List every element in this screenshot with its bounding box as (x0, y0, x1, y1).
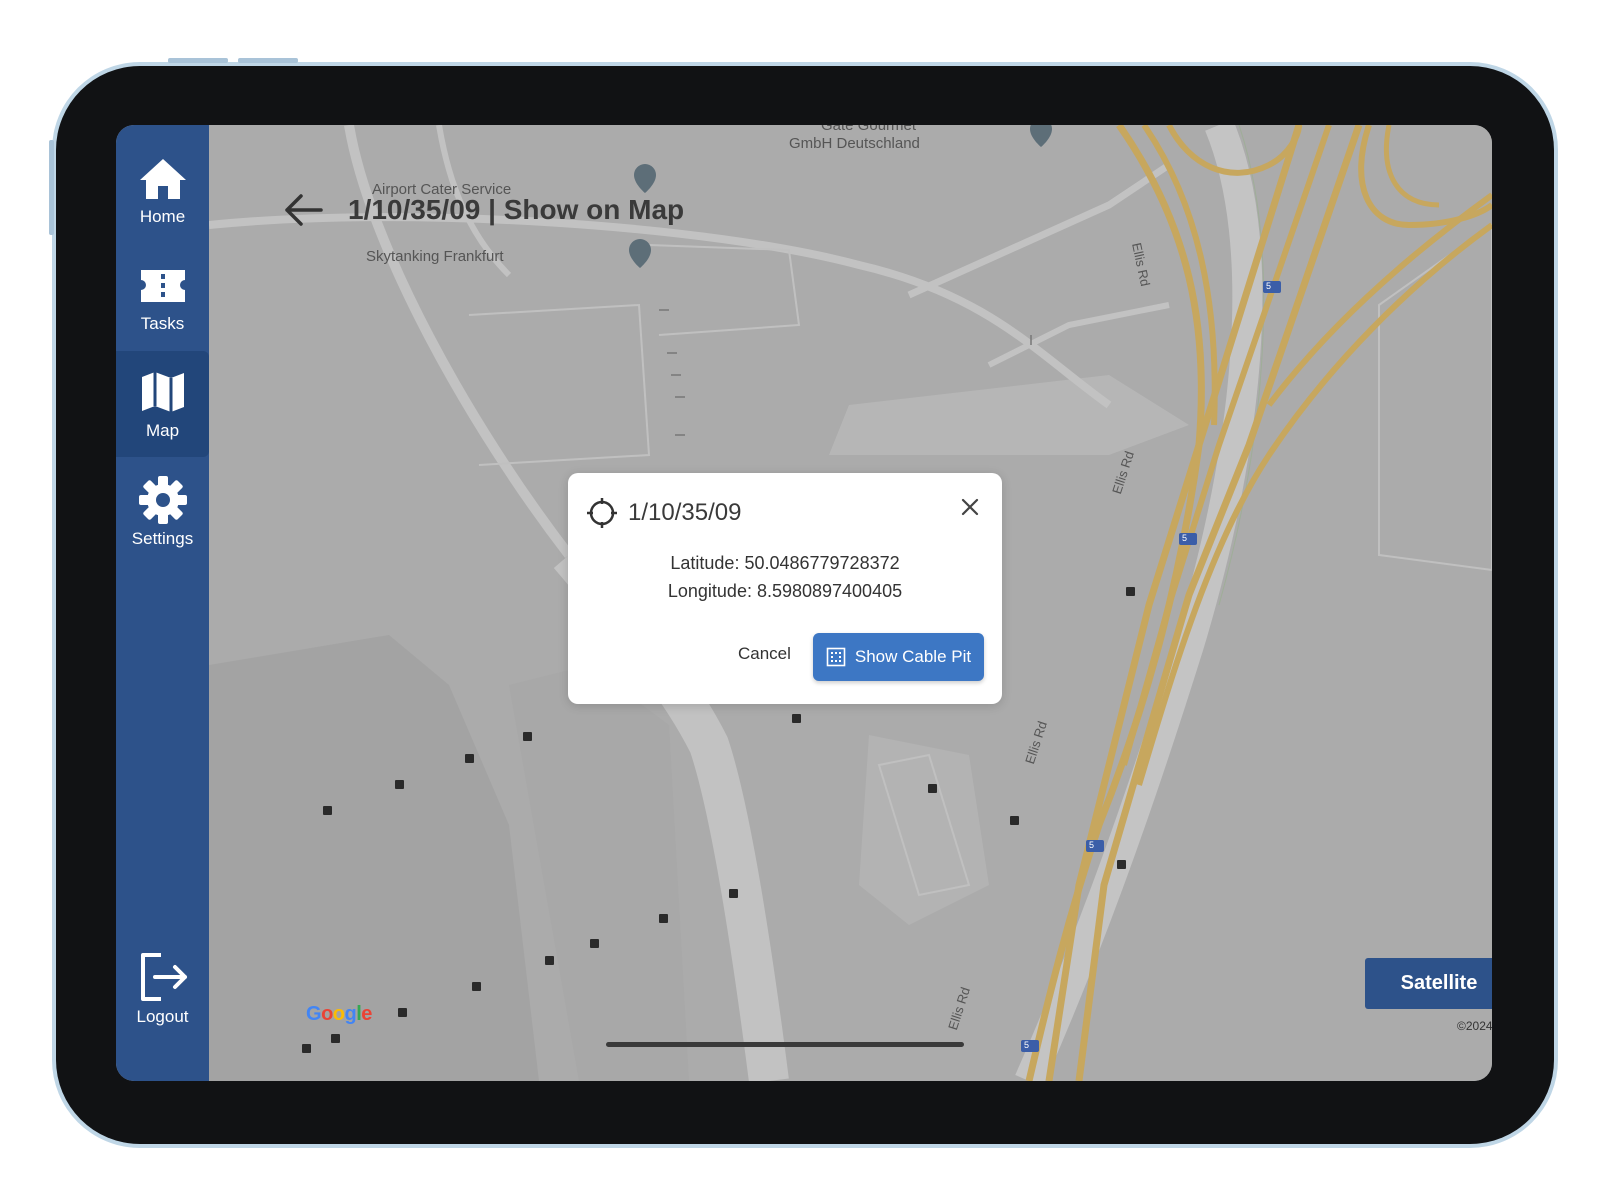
page-header: 1/10/35/09 | Show on Map (278, 185, 684, 235)
volume-button (168, 58, 228, 63)
poi-label[interactable]: Skytanking Frankfurt (366, 248, 504, 265)
logout-button[interactable]: Logout (116, 945, 209, 1053)
close-icon (961, 498, 979, 516)
longitude-text: Longitude: 8.5980897400405 (667, 581, 903, 601)
crosshair-icon (587, 498, 617, 528)
page-title: 1/10/35/09 | Show on Map (348, 194, 685, 225)
sidebar-item-map[interactable]: Map (116, 351, 209, 457)
highway-shield: 5 (1266, 281, 1272, 291)
sidebar-item-label: Tasks (140, 314, 185, 333)
sidebar-item-label: Home (139, 207, 186, 226)
dialog-header: 1/10/35/09 (586, 497, 741, 529)
cancel-button[interactable]: Cancel (738, 644, 791, 664)
back-button[interactable] (278, 187, 328, 233)
arrow-left-icon (285, 194, 323, 226)
poi-label[interactable]: GmbH Deutschland (789, 135, 920, 152)
sidebar: Home Tasks Map Settings Logout (116, 125, 209, 1081)
volume-button (238, 58, 298, 63)
dialog-title: 1/10/35/09 (628, 499, 742, 526)
show-cable-pit-button[interactable]: Show Cable Pit (813, 633, 984, 681)
sidebar-item-label: Map (145, 421, 180, 440)
sidebar-item-tasks[interactable]: Tasks (116, 256, 209, 364)
grid-icon (826, 647, 846, 667)
gear-icon (138, 476, 187, 524)
show-cable-pit-label: Show Cable Pit (854, 647, 972, 666)
sidebar-item-home[interactable]: Home (116, 149, 209, 257)
screen: Gate Gourmet GmbH Deutschland Airport Ca… (116, 125, 1492, 1081)
home-indicator[interactable] (606, 1042, 964, 1047)
map-icon (141, 372, 184, 412)
google-logo: Google (306, 1003, 372, 1025)
logout-label: Logout (136, 1007, 189, 1026)
logout-icon (140, 953, 187, 1001)
highway-shield: 5 (1024, 1040, 1030, 1050)
show-on-map-dialog: 1/10/35/09 Latitude: 50.0486779728372 Lo… (568, 473, 1002, 704)
highway-shield: 5 (1089, 840, 1095, 850)
highway-shield: 5 (1182, 533, 1188, 543)
sidebar-item-settings[interactable]: Settings (116, 469, 209, 577)
satellite-toggle-button[interactable]: Satellite (1365, 958, 1492, 1009)
latitude-text: Latitude: 50.0486779728372 (670, 553, 900, 573)
power-button (49, 140, 54, 235)
sidebar-item-label: Settings (131, 529, 194, 548)
home-icon (139, 159, 186, 199)
poi-label[interactable]: Gate Gourmet (821, 125, 916, 134)
ticket-icon (140, 270, 185, 302)
map-copyright: ©2024 Google (1457, 1019, 1492, 1033)
close-button[interactable] (958, 495, 982, 519)
